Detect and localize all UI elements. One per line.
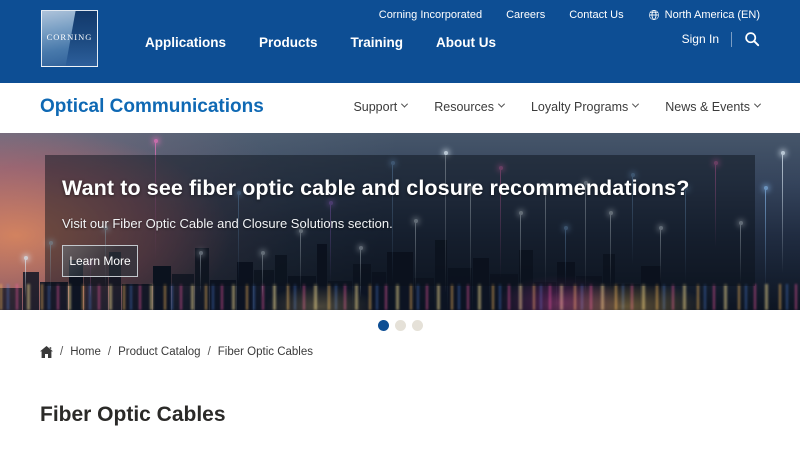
hero-banner: Want to see fiber optic cable and closur…: [0, 133, 800, 310]
subnav-news-events[interactable]: News & Events: [665, 100, 762, 114]
utility-nav: Corning Incorporated Careers Contact Us …: [379, 9, 760, 21]
sub-header: Optical Communications Support Resources…: [0, 83, 800, 133]
nav-training[interactable]: Training: [351, 35, 404, 50]
carousel-dots: [0, 320, 800, 331]
learn-more-button[interactable]: Learn More: [62, 245, 138, 277]
chevron-down-icon: [401, 100, 409, 108]
top-header: CORNING Corning Incorporated Careers Con…: [0, 0, 800, 83]
breadcrumb: / Home / Product Catalog / Fiber Optic C…: [40, 346, 313, 358]
utility-link-contact-us[interactable]: Contact Us: [569, 9, 623, 21]
subnav-loyalty-programs[interactable]: Loyalty Programs: [530, 100, 640, 114]
subnav-support-label: Support: [353, 100, 398, 114]
carousel-dot-1[interactable]: [377, 320, 389, 331]
subnav-support[interactable]: Support: [353, 100, 409, 114]
light-streak: [23, 256, 28, 298]
breadcrumb-separator: /: [207, 346, 211, 358]
nav-applications[interactable]: Applications: [145, 35, 226, 50]
light-streak: [780, 151, 785, 273]
utility-link-careers[interactable]: Careers: [506, 9, 545, 21]
hero-overlay-panel: Want to see fiber optic cable and closur…: [45, 155, 755, 286]
locale-selector[interactable]: North America (EN): [648, 9, 760, 21]
account-area: Sign In: [682, 31, 760, 47]
page: CORNING Corning Incorporated Careers Con…: [0, 0, 800, 450]
subnav-resources-label: Resources: [434, 100, 494, 114]
search-icon: [745, 32, 760, 47]
light-streak: [763, 186, 768, 288]
nav-products[interactable]: Products: [259, 35, 318, 50]
home-icon[interactable]: [40, 346, 53, 358]
sign-in-link[interactable]: Sign In: [682, 32, 719, 46]
page-title: Fiber Optic Cables: [40, 403, 226, 426]
hero-headline: Want to see fiber optic cable and closur…: [62, 176, 690, 200]
nav-about-us[interactable]: About Us: [436, 35, 496, 50]
breadcrumb-current: Fiber Optic Cables: [217, 346, 313, 358]
sub-nav: Support Resources Loyalty Programs News …: [353, 100, 762, 114]
breadcrumb-separator: /: [60, 346, 64, 358]
search-button[interactable]: [744, 31, 760, 47]
main-nav: Applications Products Training About Us: [145, 35, 496, 50]
corning-logo-text: CORNING: [46, 32, 93, 42]
corning-logo[interactable]: CORNING: [41, 10, 98, 67]
subnav-news-events-label: News & Events: [665, 100, 750, 114]
breadcrumb-home[interactable]: Home: [70, 346, 101, 358]
hero-subtext: Visit our Fiber Optic Cable and Closure …: [62, 216, 393, 231]
carousel-dot-3[interactable]: [411, 320, 423, 331]
utility-link-corning-incorporated[interactable]: Corning Incorporated: [379, 9, 482, 21]
carousel-dot-2[interactable]: [394, 320, 406, 331]
subnav-loyalty-programs-label: Loyalty Programs: [530, 100, 629, 114]
divider: [731, 31, 732, 47]
chevron-down-icon: [753, 100, 762, 108]
subnav-resources[interactable]: Resources: [434, 100, 506, 114]
chevron-down-icon: [497, 100, 506, 108]
breadcrumb-separator: /: [107, 346, 112, 358]
globe-icon: [648, 10, 659, 20]
chevron-down-icon: [632, 100, 640, 108]
locale-label: North America (EN): [664, 9, 760, 21]
division-title[interactable]: Optical Communications: [40, 96, 264, 118]
breadcrumb-product-catalog[interactable]: Product Catalog: [118, 346, 200, 358]
